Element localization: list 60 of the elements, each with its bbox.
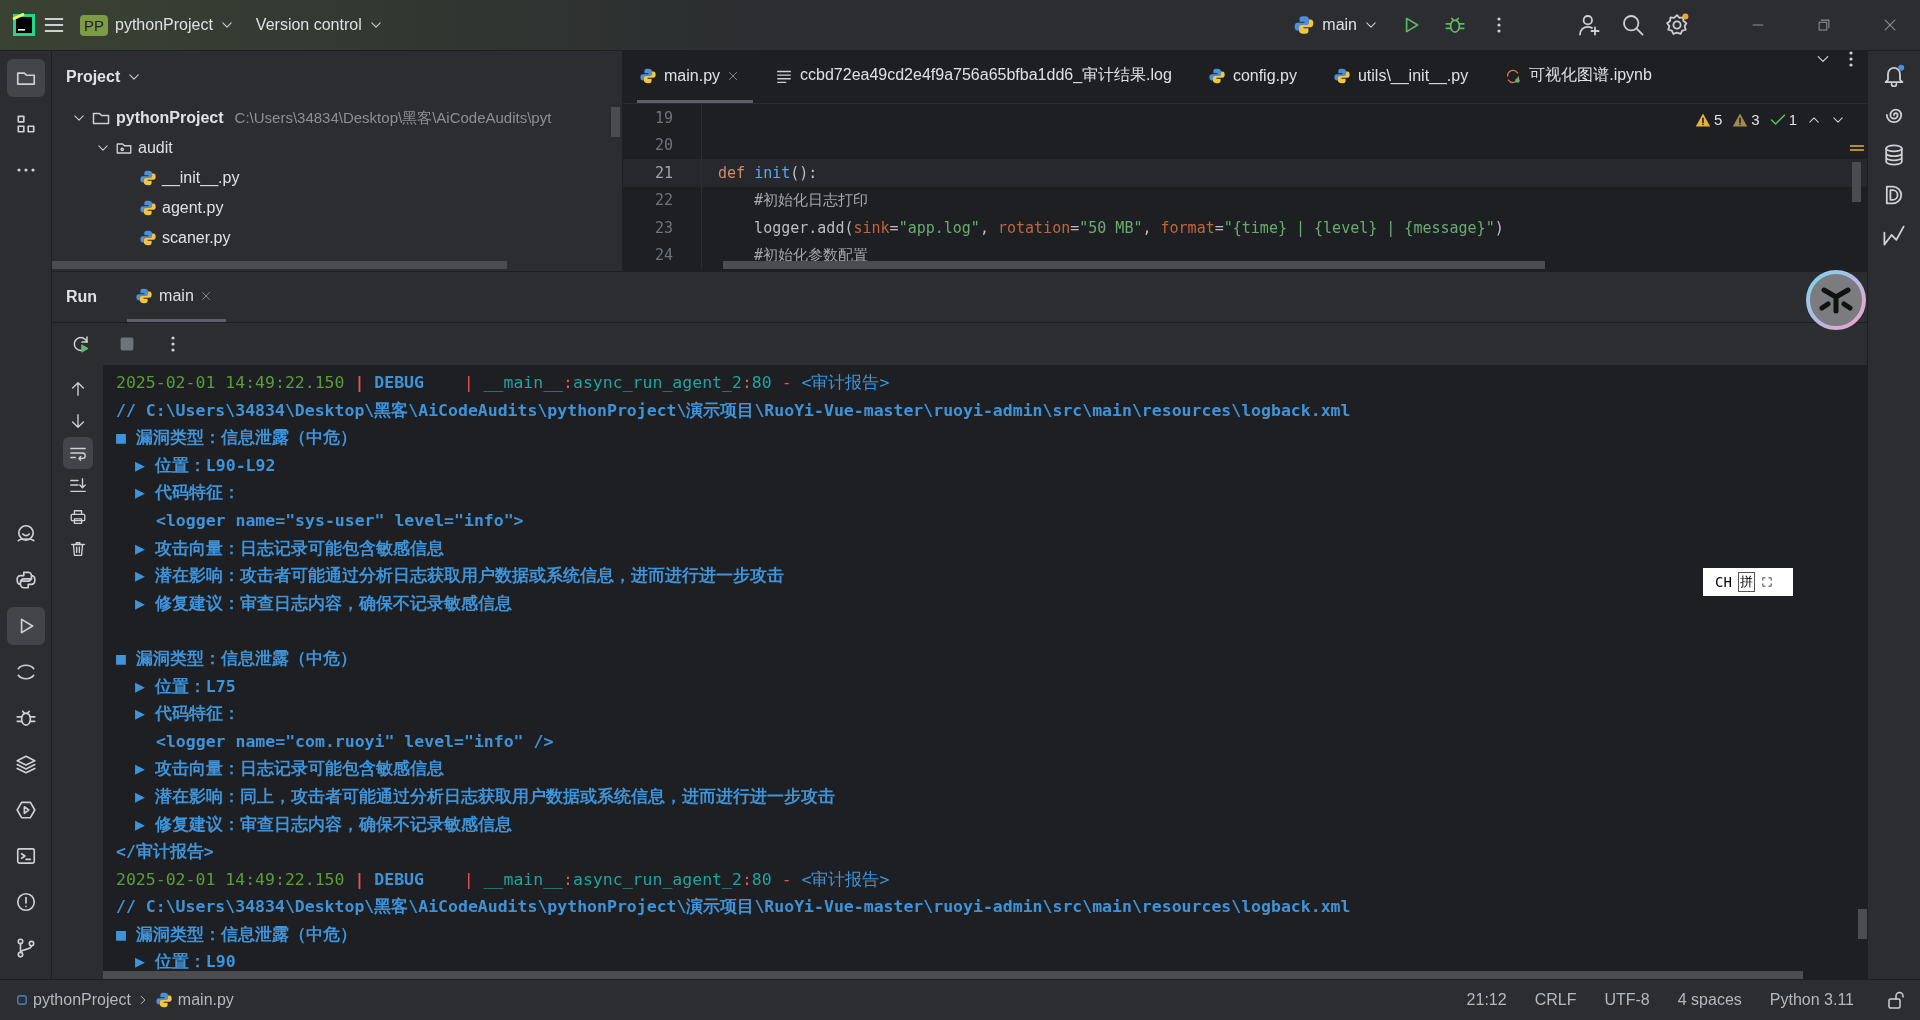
tree-item[interactable]: __init__.py [162, 169, 240, 187]
breadcrumb[interactable]: main.py [154, 991, 234, 1009]
editor-tab[interactable]: main.py [637, 51, 754, 103]
editor-tab[interactable]: utils\__init__.py [1330, 51, 1483, 103]
console-line: 2025-02-01 14:49:22.150 | DEBUG | __main__:async_run_agent_2:80 - <审计报告> [116, 373, 890, 392]
line-number: 20 [653, 136, 674, 155]
inspection-count[interactable]: 1 [1788, 111, 1797, 128]
status-item[interactable]: Python 3.11 [1769, 991, 1854, 1009]
console-line: ▶ 修复建议：审查日志内容，确保不记录敏感信息 [135, 593, 512, 613]
line-number: 24 [653, 246, 674, 265]
panel-title: Run [66, 287, 98, 307]
ime-layout[interactable]: 拼 [1737, 572, 1755, 592]
tree-item[interactable]: pythonProject [116, 109, 224, 127]
project-view-menu[interactable]: Project [66, 68, 142, 86]
code-line: logger.add(sink="app.log", rotation="50 MB", format="{time} | {level} | {message}") [753, 218, 1504, 237]
console-line: 2025-02-01 14:49:22.150 | DEBUG | __main__:async_run_agent_2:80 - <审计报告> [116, 869, 890, 889]
ime-mode[interactable]: CH [1715, 574, 1732, 590]
console-line: ▶ 潜在影响：攻击者可能通过分析日志获取用户数据或系统信息，进而进行进一步攻击 [135, 566, 784, 586]
console-line: ■ 漏洞类型：信息泄露（中危） [116, 924, 357, 944]
console-line: ▶ 位置：L75 [135, 676, 236, 696]
run-config-menu[interactable]: main [1285, 8, 1386, 42]
inspection-count[interactable]: 5 [1713, 111, 1723, 128]
console-line: ▶ 修复建议：审查日志内容，确保不记录敏感信息 [135, 814, 512, 834]
project-menu[interactable]: PP pythonProject [72, 8, 242, 42]
console-line: // C:\Users\34834\Desktop\黑客\AiCodeAudits\pythonProject\演示项目\RuoYi-Vue-master\ruoyi-admin\src\main\resources\logback.xml [116, 400, 1351, 420]
status-item[interactable]: CRLF [1534, 991, 1577, 1009]
console-line: <logger name="sys-user" level="info"> [156, 510, 524, 530]
console-line: ▶ 位置：L90 [135, 952, 236, 972]
ime-toolbar[interactable]: CH 拼 [1703, 568, 1793, 596]
tree-item[interactable]: agent.py [162, 199, 224, 217]
console-line: ▶ 代码特征： [135, 483, 240, 503]
console-line: ▶ 攻击向量：日志记录可能包含敏感信息 [135, 538, 444, 558]
tree-item[interactable]: audit [138, 139, 173, 157]
console-line: ▶ 潜在影响：同上，攻击者可能通过分析日志获取用户数据或系统信息，进而进行进一步攻击 [135, 786, 835, 806]
console-line: ▶ 攻击向量：日志记录可能包含敏感信息 [135, 759, 444, 779]
code-line: #初始化日志打印 [753, 190, 869, 210]
folder-path: C:\Users\34834\Desktop\黑客\AiCodeAudits\pyt [234, 108, 552, 128]
status-item[interactable]: UTF-8 [1604, 991, 1650, 1009]
console-line: ▶ 位置：L90-L92 [135, 455, 276, 475]
console-line: ■ 漏洞类型：信息泄露（中危） [116, 428, 357, 448]
editor-tab[interactable]: 可视化图谱.ipynb [1502, 51, 1666, 103]
tree-item[interactable]: scaner.py [162, 229, 231, 247]
line-number: 19 [653, 108, 674, 127]
vcs-menu[interactable]: Version control [247, 10, 391, 40]
editor-tab[interactable]: config.py [1205, 51, 1311, 103]
line-number: 21 [653, 163, 674, 182]
console-line: // C:\Users\34834\Desktop\黑客\AiCodeAudits\pythonProject\演示项目\RuoYi-Vue-master\ruoyi-admin\src\main\resources\logback.xml [116, 897, 1351, 917]
line-number: 22 [653, 191, 674, 210]
project-badge: PP [80, 14, 108, 36]
console-line: ▶ 代码特征： [135, 704, 240, 724]
line-number: 23 [653, 218, 674, 237]
inspection-count[interactable]: 3 [1751, 111, 1760, 128]
editor-tab[interactable]: ccbd72ea49cd2e4f9a756a65bfba1dd6_审计结果.log [773, 51, 1186, 103]
code-line: def init(): [718, 163, 818, 182]
breadcrumb[interactable]: pythonProject [16, 991, 131, 1009]
console-line: <logger name="com.ruoyi" level="info" /> [156, 731, 554, 751]
console-line: ■ 漏洞类型：信息泄露（中危） [116, 648, 357, 668]
status-item[interactable]: 4 spaces [1677, 991, 1742, 1009]
console-line: </审计报告> [116, 842, 214, 862]
status-item[interactable]: 21:12 [1466, 991, 1507, 1009]
